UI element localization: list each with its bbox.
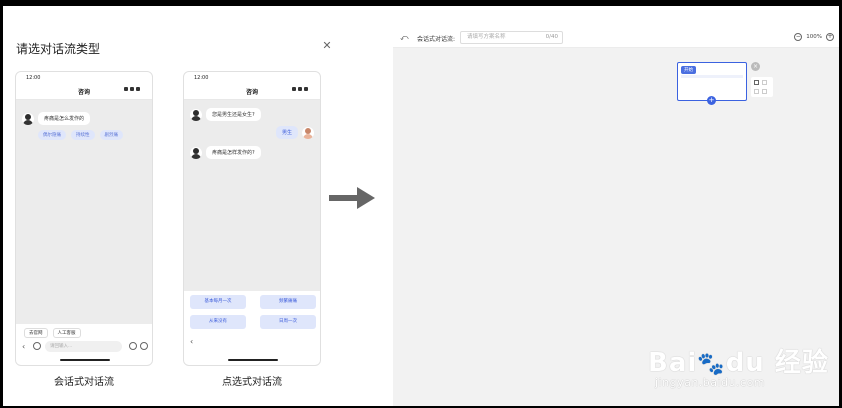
bot-avatar	[190, 108, 202, 121]
option-panel: 基本每月一次 频繁痛痛 从来没有 日周一次 ‹	[184, 291, 320, 365]
bot-message: 您是男生还是女生?	[206, 108, 261, 121]
voice-icon[interactable]	[33, 342, 41, 350]
quick-tab[interactable]: 人工客服	[52, 328, 81, 338]
tool-icon[interactable]	[762, 89, 767, 94]
flow-type-label: 会话式对话流:	[417, 36, 456, 43]
chat-input-area: 去官网 人工客服 ‹ 请回输入...	[16, 324, 152, 365]
status-time: 12:00	[194, 75, 209, 81]
tool-icon[interactable]	[754, 89, 759, 94]
option-button[interactable]: 日周一次	[260, 315, 316, 329]
node-close-icon[interactable]: ×	[751, 62, 760, 71]
node-content-line	[681, 75, 743, 78]
conversation-flow-label[interactable]: 会话式对话流	[15, 373, 153, 388]
user-avatar	[302, 126, 314, 139]
status-bar: 12:00	[184, 72, 320, 91]
option-grid: 基本每月一次 频繁痛痛 从来没有 日周一次	[190, 295, 316, 329]
bot-message-row: 疼痛是怎么发作的	[22, 112, 91, 125]
reply-chips: 偶尔隐痛 持续性 剧烈痛	[38, 130, 123, 140]
chat-input-bar: ‹ 请回输入...	[22, 340, 148, 352]
status-time: 12:00	[26, 75, 41, 81]
close-icon[interactable]: ✕	[321, 40, 333, 52]
node-toolbar	[751, 77, 773, 97]
reply-chip[interactable]: 偶尔隐痛	[38, 130, 66, 140]
zoom-in-icon[interactable]: +	[826, 33, 834, 41]
conversation-flow-preview[interactable]: 12:00 咨询 疼痛是怎么发作的 偶尔隐痛 持续性 剧烈痛 去官网 人工客服 …	[15, 71, 153, 366]
plus-icon[interactable]	[140, 342, 148, 350]
status-bar: 12:00	[16, 72, 152, 91]
watermark-url: jingyan.baidu.com	[655, 376, 766, 389]
choice-flow-preview[interactable]: 12:00 咨询 您是男生还是女生? 男生 疼痛是怎样发作的? 基本每月一次 频…	[183, 71, 321, 366]
modal-title: 请选对话流类型	[16, 42, 101, 56]
reply-chip[interactable]: 持续性	[71, 130, 95, 140]
plan-name-placeholder: 请填写方案名称	[467, 34, 506, 40]
option-button[interactable]: 基本每月一次	[190, 295, 246, 309]
add-node-icon[interactable]: +	[707, 96, 716, 105]
back-arrow-icon[interactable]: ⤺	[400, 33, 409, 43]
copy-icon[interactable]	[754, 80, 759, 85]
zoom-level: 100%	[806, 34, 822, 40]
bot-message: 疼痛是怎样发作的?	[206, 146, 261, 159]
screenshot-stage: 请选对话流类型 ✕ 12:00 咨询 疼痛是怎么发作的 偶尔隐痛 持续性 剧烈痛…	[0, 0, 842, 408]
plan-name-input[interactable]: 请填写方案名称 0/40	[460, 31, 563, 44]
quick-tabs: 去官网 人工客服	[24, 328, 81, 338]
choice-flow-label[interactable]: 点选式对话流	[183, 373, 321, 388]
bot-avatar	[190, 146, 202, 159]
bot-message-row: 您是男生还是女生?	[190, 108, 261, 121]
node-tag: 开始	[681, 66, 696, 74]
back-icon[interactable]: ‹	[22, 342, 30, 351]
chat-input-field[interactable]: 请回输入...	[45, 340, 122, 352]
reply-chip[interactable]: 剧烈痛	[99, 130, 123, 140]
bot-message-row: 疼痛是怎样发作的?	[190, 146, 261, 159]
quick-tab[interactable]: 去官网	[24, 328, 48, 338]
zoom-control: − 100% +	[794, 33, 834, 41]
zoom-out-icon[interactable]: −	[794, 33, 803, 41]
user-message: 男生	[275, 126, 298, 139]
watermark-logo: Bai🐾du 经验	[648, 348, 829, 378]
option-button[interactable]: 从来没有	[190, 315, 246, 329]
home-indicator	[228, 359, 278, 361]
char-counter: 0/40	[545, 34, 558, 40]
editor-toolbar: ⤺ 会话式对话流: 请填写方案名称 0/40 − 100% +	[393, 28, 839, 48]
start-node[interactable]: 开始 +	[677, 62, 747, 105]
back-icon[interactable]: ‹	[190, 337, 193, 346]
option-button[interactable]: 频繁痛痛	[260, 295, 316, 309]
emoji-icon[interactable]	[129, 342, 137, 350]
bot-message: 疼痛是怎么发作的	[38, 112, 91, 125]
home-indicator	[60, 359, 110, 361]
signal-icon	[122, 76, 144, 91]
bot-avatar	[22, 112, 34, 125]
content-frame: 请选对话流类型 ✕ 12:00 咨询 疼痛是怎么发作的 偶尔隐痛 持续性 剧烈痛…	[3, 6, 839, 406]
arrow-right-icon	[329, 187, 375, 209]
tool-icon[interactable]	[762, 80, 767, 85]
user-message-row: 男生	[275, 126, 314, 139]
signal-icon	[290, 76, 312, 91]
